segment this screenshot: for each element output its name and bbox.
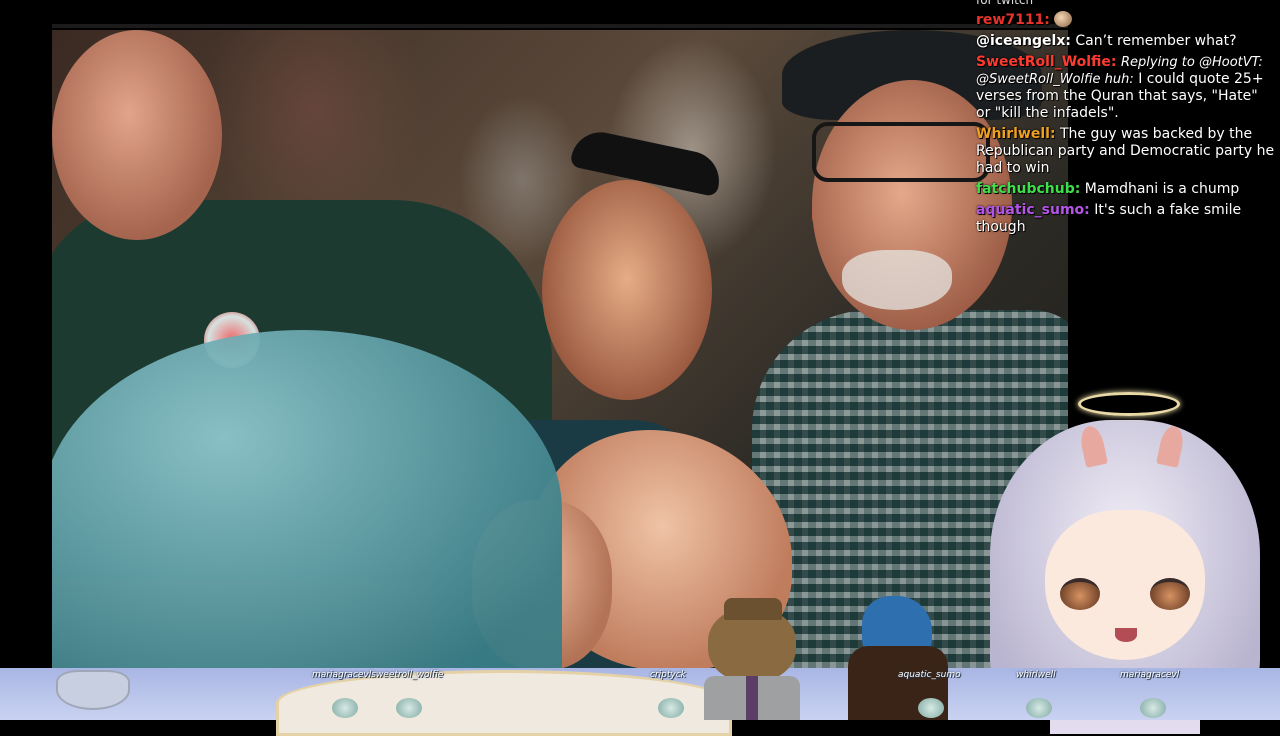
mini-avatar-icon [1026, 698, 1052, 718]
chat-username[interactable]: SweetRoll_Wolfie: [976, 54, 1117, 70]
chat-username[interactable]: rew7111: [976, 12, 1050, 28]
chat-text: Can’t remember what? [1075, 33, 1237, 49]
glasses [812, 122, 990, 182]
chat-header-partial: for twitch [976, 0, 1034, 7]
avatar-mouth [1115, 628, 1137, 642]
mini-avatar-icon [332, 698, 358, 718]
chat-message: aquatic_sumo: It's such a fake smile tho… [976, 202, 1276, 236]
chat-username[interactable]: fatchubchub: [976, 181, 1080, 197]
chat-username[interactable]: Whirlwell: [976, 126, 1056, 142]
mini-avatar-icon [918, 698, 944, 718]
chat-message: SweetRoll_Wolfie: Replying to @HootVT: @… [976, 54, 1276, 122]
stage-nametag: aquatic_sumo [898, 670, 961, 680]
mini-avatar-icon [396, 698, 422, 718]
mini-avatar-icon [658, 698, 684, 718]
stage-nametag: whirlwell [1016, 670, 1056, 680]
chat-text: Mamdhani is a chump [1084, 181, 1240, 197]
bear-tie [746, 676, 758, 720]
chat-overlay: for twitch rew7111: @iceangelx: Can’t re… [976, 0, 1276, 240]
stage-nametag: mariagracevl [1120, 670, 1180, 680]
chat-message: Whirlwell: The guy was backed by the Rep… [976, 126, 1276, 177]
bear-character [704, 598, 800, 720]
stage-stool [56, 670, 130, 710]
beard [842, 250, 952, 310]
avatar-eye-left [1060, 578, 1100, 610]
chat-message: rew7111: [976, 11, 1276, 29]
mini-avatar-icon [1140, 698, 1166, 718]
halo-icon [1078, 392, 1180, 416]
face-emote-icon [1053, 11, 1072, 27]
chat-message: @iceangelx: Can’t remember what? [976, 33, 1276, 50]
chat-username[interactable]: aquatic_sumo: [976, 202, 1090, 218]
chat-message: fatchubchub: Mamdhani is a chump [976, 181, 1276, 198]
video-top-border [52, 24, 1068, 28]
person-left-head [52, 30, 222, 240]
avatar-eye-right [1150, 578, 1190, 610]
person-center-head [542, 180, 712, 400]
stage-nametag: criptyck [650, 670, 686, 680]
stage-nametag: mariagracevlsweetroll_wolfie [312, 670, 444, 680]
bear-hat-icon [724, 598, 782, 620]
chat-username[interactable]: @iceangelx: [976, 33, 1071, 49]
video-player[interactable] [52, 30, 1068, 670]
